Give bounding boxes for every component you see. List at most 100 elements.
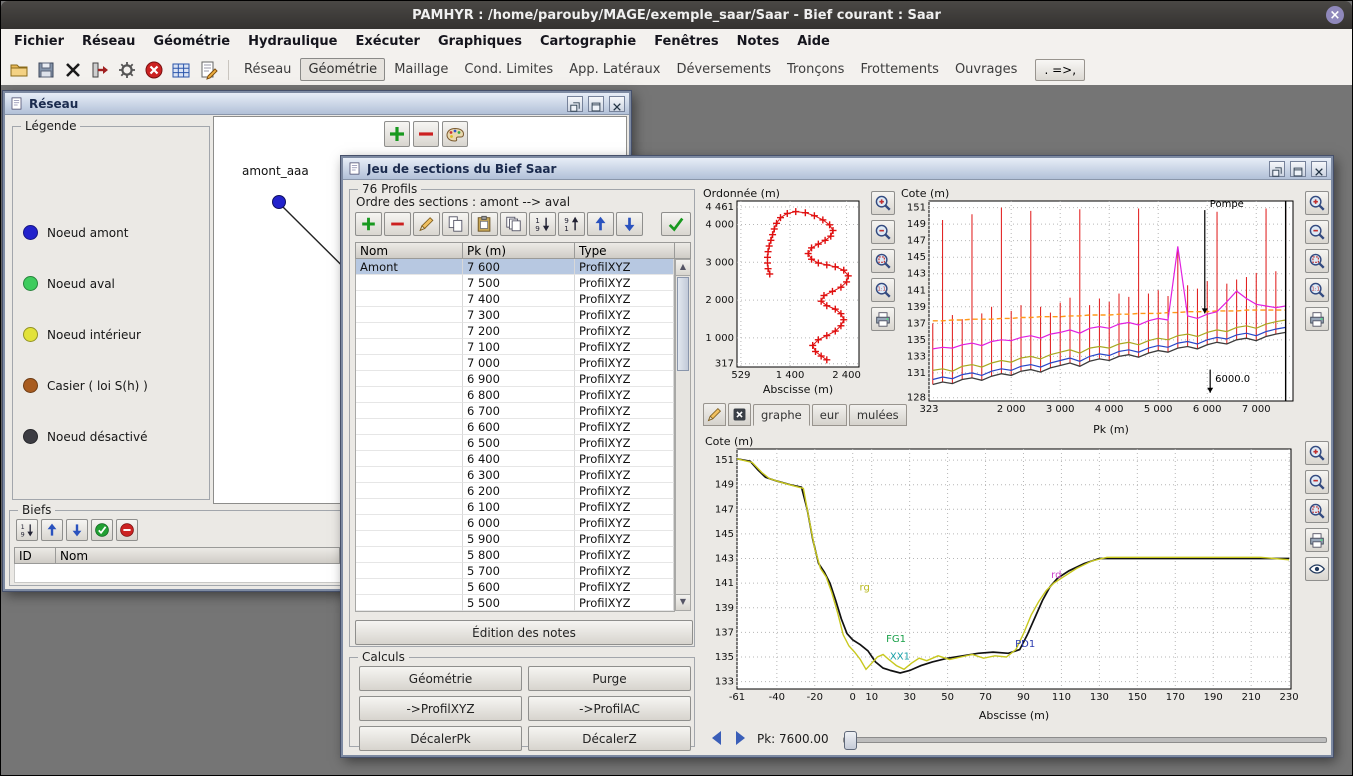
toolbar-extra-button[interactable]: . =>, <box>1035 59 1085 81</box>
close-tab-icon[interactable] <box>728 403 751 426</box>
col-type[interactable]: Type <box>575 242 675 259</box>
table-scrollbar[interactable]: ▲ ▼ <box>675 259 691 611</box>
profil-row[interactable]: 7 400ProfilXYZ <box>356 291 674 307</box>
previous-profile-icon[interactable] <box>707 728 727 748</box>
tab-mulees[interactable]: mulées <box>849 404 907 426</box>
validate-icon[interactable] <box>91 519 113 541</box>
delete-bief-icon[interactable] <box>116 519 138 541</box>
profil-row[interactable]: 6 900ProfilXYZ <box>356 371 674 387</box>
profil-row[interactable]: 5 700ProfilXYZ <box>356 563 674 579</box>
scroll-down-icon[interactable]: ▼ <box>676 594 690 610</box>
toolbar-button-app-lateraux[interactable]: App. Latéraux <box>562 59 667 80</box>
move-down-icon[interactable] <box>66 519 88 541</box>
profil-row[interactable]: 6 500ProfilXYZ <box>356 435 674 451</box>
toolbar-button-maillage[interactable]: Maillage <box>387 59 455 80</box>
toolbar-button-frottements[interactable]: Frottements <box>853 59 946 80</box>
zoom-in-icon[interactable] <box>1305 191 1329 215</box>
settings-gear-icon[interactable] <box>115 58 139 82</box>
profil-row[interactable]: 7 500ProfilXYZ <box>356 275 674 291</box>
visibility-icon[interactable] <box>1305 557 1329 581</box>
menu-notes[interactable]: Notes <box>728 32 789 51</box>
menu-fenetres[interactable]: Fenêtres <box>645 32 727 51</box>
window-titlebar[interactable]: PAMHYR : /home/parouby/MAGE/exemple_saar… <box>1 1 1352 29</box>
print-icon[interactable] <box>1305 307 1329 331</box>
zoom-select-icon[interactable] <box>1305 499 1329 523</box>
tab-graphe[interactable]: graphe <box>753 404 810 426</box>
menu-reseau[interactable]: Réseau <box>73 32 144 51</box>
profil-row[interactable]: 6 200ProfilXYZ <box>356 483 674 499</box>
menu-geometrie[interactable]: Géométrie <box>144 32 239 51</box>
toolbar-button-geometrie[interactable]: Géométrie <box>300 58 385 81</box>
zoom-in-icon[interactable] <box>1305 441 1329 465</box>
reseau-window-titlebar[interactable]: Réseau <box>5 93 629 115</box>
move-up-icon[interactable] <box>41 519 63 541</box>
profil-row[interactable]: 5 800ProfilXYZ <box>356 547 674 563</box>
sort-asc-icon[interactable]: 91 <box>558 212 585 236</box>
frame-restore-icon[interactable] <box>567 96 583 112</box>
copy-icon[interactable] <box>442 212 469 236</box>
profil-row[interactable]: 7 000ProfilXYZ <box>356 355 674 371</box>
toolbar-button-ouvrages[interactable]: Ouvrages <box>948 59 1025 80</box>
pk-slider-thumb[interactable] <box>844 731 857 750</box>
zoom-out-icon[interactable] <box>871 220 895 244</box>
add-node-icon[interactable] <box>384 121 410 147</box>
profil-row[interactable]: 6 300ProfilXYZ <box>356 467 674 483</box>
move-up-icon[interactable] <box>587 212 614 236</box>
profil-row[interactable]: 5 900ProfilXYZ <box>356 531 674 547</box>
next-profile-icon[interactable] <box>730 728 750 748</box>
profil-row[interactable]: 6 600ProfilXYZ <box>356 419 674 435</box>
frame-maximize-icon[interactable] <box>1290 161 1306 177</box>
scroll-up-icon[interactable]: ▲ <box>676 260 690 276</box>
move-down-icon[interactable] <box>616 212 643 236</box>
frame-close-icon[interactable] <box>609 96 625 112</box>
biefs-col-nom[interactable]: Nom <box>56 547 340 564</box>
toolbar-button-deversements[interactable]: Déversements <box>669 59 778 80</box>
calc-button-geometrie[interactable]: Géométrie <box>359 666 522 691</box>
table-grid-icon[interactable] <box>169 58 193 82</box>
profil-row[interactable]: Amont7 600ProfilXYZ <box>356 259 674 275</box>
stop-icon[interactable] <box>142 58 166 82</box>
window-close-button[interactable]: × <box>1326 6 1344 24</box>
print-icon[interactable] <box>1305 528 1329 552</box>
zoom-select-icon[interactable] <box>1305 249 1329 273</box>
zoom-select-icon[interactable] <box>871 249 895 273</box>
profil-row[interactable]: 6 800ProfilXYZ <box>356 387 674 403</box>
palette-icon[interactable] <box>442 121 468 147</box>
profil-row[interactable]: 7 200ProfilXYZ <box>356 323 674 339</box>
zoom-out-icon[interactable] <box>1305 220 1329 244</box>
zoom-in-icon[interactable] <box>871 191 895 215</box>
edit-tab-icon[interactable] <box>703 403 726 426</box>
apply-icon[interactable] <box>661 212 691 236</box>
frame-close-icon[interactable] <box>1311 161 1327 177</box>
frame-maximize-icon[interactable] <box>588 96 604 112</box>
toolbar-button-cond-limites[interactable]: Cond. Limites <box>457 59 560 80</box>
profil-row[interactable]: 6 700ProfilXYZ <box>356 403 674 419</box>
remove-node-icon[interactable] <box>413 121 439 147</box>
edit-profile-icon[interactable] <box>413 212 440 236</box>
remove-profile-icon[interactable] <box>384 212 411 236</box>
save-icon[interactable] <box>34 58 58 82</box>
col-pk[interactable]: Pk (m) <box>463 242 575 259</box>
menu-aide[interactable]: Aide <box>788 32 839 51</box>
zoom-reset-icon[interactable]: 1:1 <box>1305 278 1329 302</box>
menu-hydraulique[interactable]: Hydraulique <box>239 32 346 51</box>
pk-slider[interactable] <box>843 737 1327 743</box>
profil-row[interactable]: 6 400ProfilXYZ <box>356 451 674 467</box>
frame-restore-icon[interactable] <box>1269 161 1285 177</box>
toolbar-button-reseau[interactable]: Réseau <box>237 59 298 80</box>
tab-eur[interactable]: eur <box>812 404 847 426</box>
profil-row[interactable]: 7 100ProfilXYZ <box>356 339 674 355</box>
sort-desc-icon[interactable]: 19 <box>529 212 556 236</box>
calc-button-profilxyz[interactable]: ->ProfilXYZ <box>359 696 522 721</box>
zoom-out-icon[interactable] <box>1305 470 1329 494</box>
add-profile-icon[interactable] <box>355 212 382 236</box>
toolbar-button-troncons[interactable]: Tronçons <box>780 59 851 80</box>
calc-button-purge[interactable]: Purge <box>528 666 691 691</box>
calc-button-decalerpk[interactable]: DécalerPk <box>359 726 522 751</box>
profil-row[interactable]: 6 000ProfilXYZ <box>356 515 674 531</box>
calc-button-profilac[interactable]: ->ProfilAC <box>528 696 691 721</box>
calc-button-decalerz[interactable]: DécalerZ <box>528 726 691 751</box>
profil-row[interactable]: 5 500ProfilXYZ <box>356 595 674 611</box>
menu-graphiques[interactable]: Graphiques <box>429 32 531 51</box>
print-icon[interactable] <box>871 307 895 331</box>
